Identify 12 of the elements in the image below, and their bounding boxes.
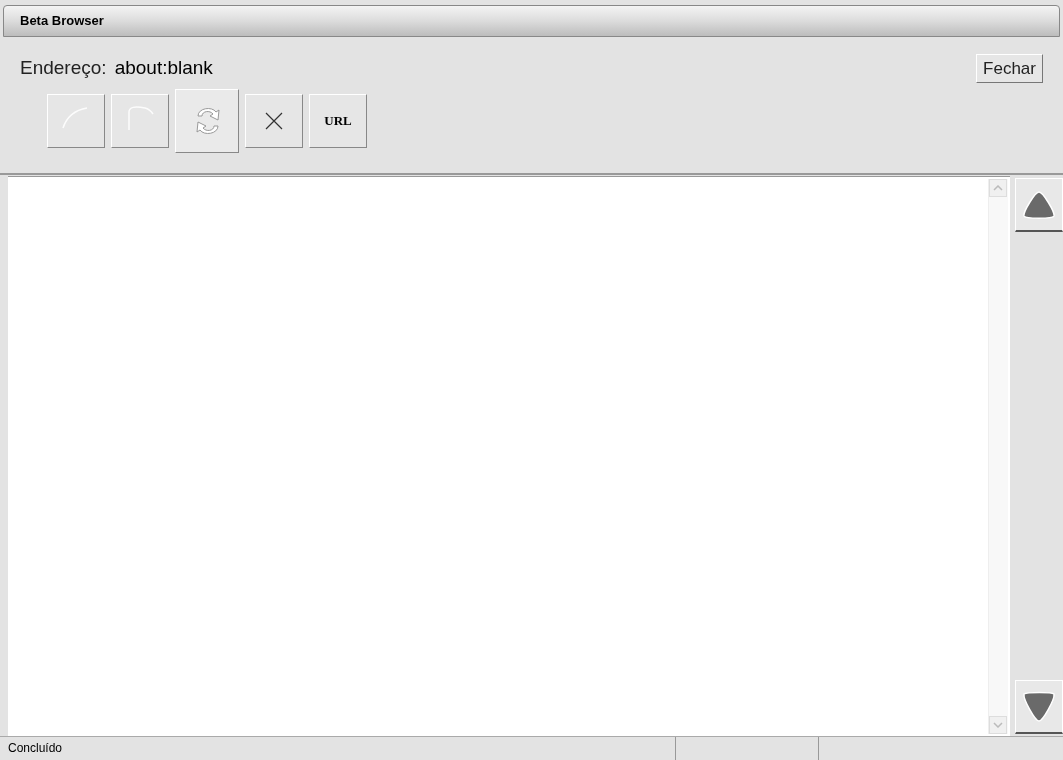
- address-value: about:blank: [114, 56, 213, 80]
- address-label: Endereço:: [20, 56, 107, 80]
- window-title: Beta Browser: [20, 12, 104, 31]
- scroll-down-button[interactable]: [1015, 680, 1063, 734]
- stop-button[interactable]: [245, 93, 303, 148]
- scroll-up-button[interactable]: [1015, 178, 1063, 232]
- up-triangle-icon: [1022, 189, 1056, 220]
- refresh-button[interactable]: [175, 88, 239, 153]
- close-button[interactable]: Fechar: [976, 54, 1043, 83]
- url-button[interactable]: URL: [309, 93, 367, 148]
- down-triangle-icon: [1022, 690, 1056, 723]
- status-text: Concluído: [7, 740, 64, 757]
